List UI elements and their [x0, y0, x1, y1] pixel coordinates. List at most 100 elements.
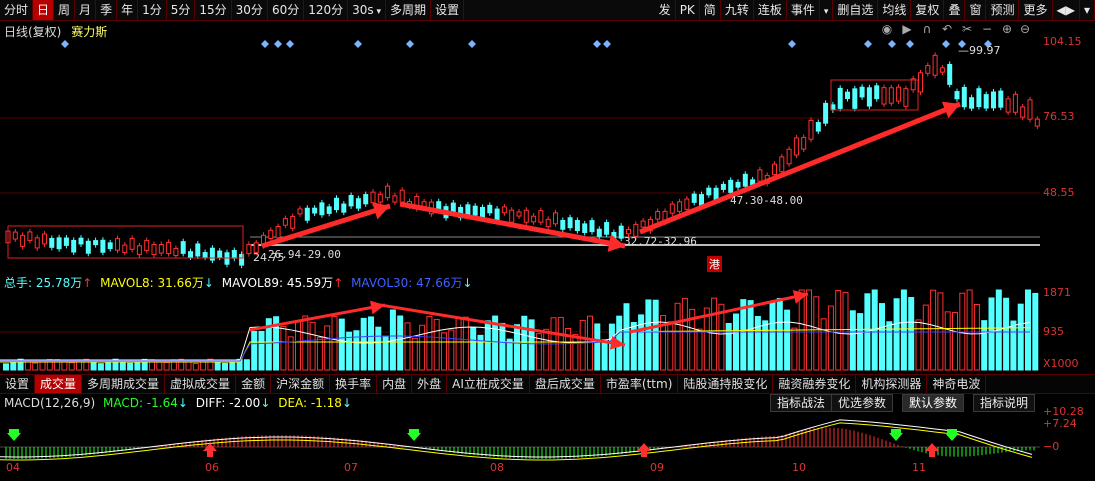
tab-weekly[interactable]: 周: [54, 0, 76, 20]
zoom-out-icon[interactable]: −: [980, 22, 994, 36]
play-icon[interactable]: ▶: [900, 22, 914, 36]
tab-5min[interactable]: 5分: [167, 0, 196, 20]
macd-legend: MACD(12,26,9) MACD: -1.64↓ DIFF: -2.00↓ …: [4, 396, 352, 410]
tab-northbound[interactable]: 陆股通持股变化: [678, 375, 774, 393]
volume-bar: [733, 313, 739, 371]
tab-virtual-volume[interactable]: 虚拟成交量: [165, 375, 237, 393]
volume-bar: [404, 322, 411, 371]
tab-amount[interactable]: 金额: [236, 375, 272, 393]
event-diamond: [468, 40, 476, 48]
tab-after-hours[interactable]: 盘后成交量: [530, 375, 601, 393]
optimal-params-button[interactable]: 优选参数: [831, 394, 894, 412]
default-params-button[interactable]: 默认参数: [902, 394, 965, 412]
tab-30min[interactable]: 30分: [232, 0, 268, 20]
volume-bar: [295, 321, 301, 371]
volume-bar: [1025, 289, 1031, 371]
volume-bar: [32, 362, 39, 371]
candle-body: [881, 87, 887, 105]
tab-120min[interactable]: 120分: [304, 0, 349, 20]
candle-body: [523, 209, 529, 223]
volume-bar: [127, 362, 134, 371]
event-dropdown[interactable]: [820, 0, 834, 20]
macd-name: MACD(12,26,9): [4, 396, 96, 410]
tab-monthly[interactable]: 月: [75, 0, 97, 20]
buy-signal-arrow: [637, 443, 651, 457]
ma-button[interactable]: 均线: [878, 0, 912, 20]
adjust-button[interactable]: 复权: [911, 0, 945, 20]
tab-setting[interactable]: 设置: [0, 375, 36, 393]
tab-turnover[interactable]: 换手率: [330, 375, 378, 393]
tab-60min[interactable]: 60分: [268, 0, 305, 20]
tab-outer[interactable]: 外盘: [412, 375, 448, 393]
tab-institution[interactable]: 机构探测器: [856, 375, 928, 393]
month-label: 11: [912, 461, 926, 474]
forecast-button[interactable]: 预测: [986, 0, 1020, 20]
tab-pe[interactable]: 市盈率(ttm): [601, 375, 679, 393]
price-axis-mid: 76.53: [1043, 110, 1075, 123]
jiuzhuan-button[interactable]: 九转: [721, 0, 754, 20]
dea-line: [0, 422, 1033, 461]
tab-multi-volume[interactable]: 多周期成交量: [82, 375, 166, 393]
volume-bar: [514, 324, 520, 371]
tab-multi-period[interactable]: 多周期: [386, 0, 432, 20]
volume-bar: [433, 318, 440, 371]
tab-hs-amount[interactable]: 沪深金额: [271, 375, 331, 393]
candle-body: [144, 240, 150, 251]
settings-button[interactable]: 设置: [431, 0, 465, 20]
tab-wave[interactable]: 神奇电波: [927, 375, 987, 393]
remove-watchlist-button[interactable]: 删自选: [833, 0, 879, 20]
volume-bar: [973, 304, 980, 371]
candle-body: [866, 87, 872, 107]
volume-bar: [280, 326, 287, 371]
volume-bar: [754, 315, 761, 371]
price-axis-max: 104.15: [1043, 35, 1082, 48]
magnet-icon[interactable]: ∩: [920, 22, 934, 36]
indicator-strategy-button[interactable]: 指标战法: [770, 394, 833, 412]
eye-icon[interactable]: ◉: [880, 22, 894, 36]
candle-body: [772, 163, 777, 176]
scissors-icon[interactable]: ✂: [960, 22, 974, 36]
lianban-button[interactable]: 连板: [754, 0, 787, 20]
candle-body: [939, 67, 945, 73]
undo-icon[interactable]: ↶: [940, 22, 954, 36]
tab-yearly[interactable]: 年: [117, 0, 139, 20]
volume-bar: [791, 327, 798, 371]
tab-30s[interactable]: 30s: [348, 0, 387, 20]
candle-body: [100, 239, 106, 253]
chevron-down-icon[interactable]: ▾: [1080, 0, 1095, 20]
volume-bar: [922, 304, 929, 371]
volume-bar: [411, 337, 418, 371]
tab-quarterly[interactable]: 季: [96, 0, 118, 20]
candle-body: [450, 202, 456, 213]
window-button[interactable]: 窗: [965, 0, 987, 20]
back-icon[interactable]: ◀▶: [1053, 0, 1080, 20]
candle-body: [947, 63, 953, 85]
tab-1min[interactable]: 1分: [138, 0, 167, 20]
indicator-help-button[interactable]: 指标说明: [973, 394, 1036, 412]
tab-ai-volume[interactable]: AI立桩成交量: [447, 375, 530, 393]
tab-15min[interactable]: 15分: [195, 0, 232, 20]
tab-volume[interactable]: 成交量: [35, 375, 83, 393]
event-button[interactable]: 事件: [787, 0, 820, 20]
volume-bar: [776, 297, 783, 371]
volume-bar: [1017, 303, 1024, 371]
tab-minute[interactable]: 分时: [0, 0, 34, 20]
pk-button[interactable]: PK: [676, 0, 700, 20]
fa-button[interactable]: 发: [655, 0, 676, 20]
hk-connect-badge: 港: [707, 256, 722, 272]
more-button[interactable]: 更多: [1019, 0, 1053, 20]
volume-bar: [740, 299, 747, 371]
volume-bar: [470, 327, 477, 371]
volume-bar: [937, 292, 944, 371]
minus-circle-icon[interactable]: ⊖: [1018, 22, 1032, 36]
tab-inner[interactable]: 内盘: [377, 375, 413, 393]
candle-body: [538, 210, 544, 223]
volume-bar: [952, 312, 958, 371]
tab-margin[interactable]: 融资融券变化: [773, 375, 857, 393]
tab-daily[interactable]: 日: [33, 0, 55, 20]
candle-body: [85, 240, 91, 254]
zoom-in-icon[interactable]: ⊕: [1000, 22, 1014, 36]
overlay-button[interactable]: 叠: [944, 0, 966, 20]
candle-body: [567, 217, 573, 229]
simple-button[interactable]: 简: [700, 0, 721, 20]
